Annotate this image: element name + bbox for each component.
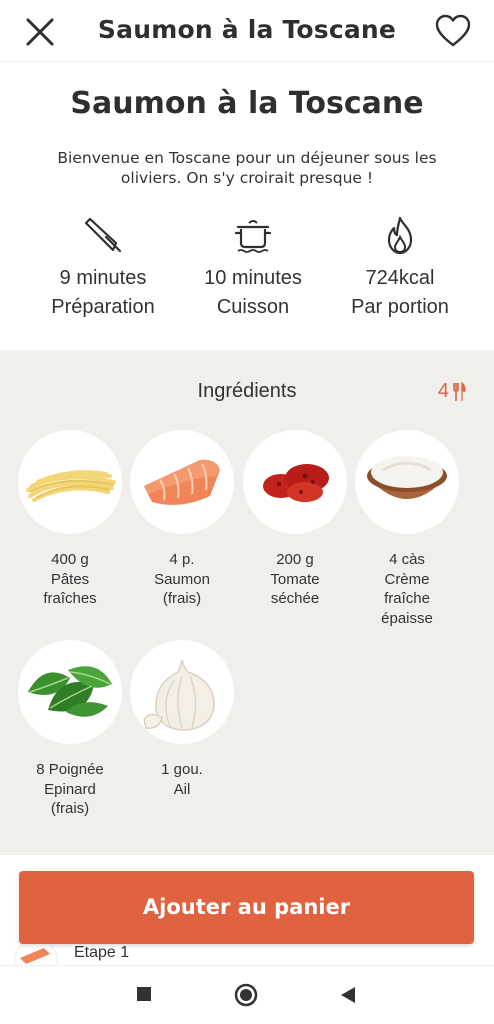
add-to-cart-button[interactable]: Ajouter au panier xyxy=(19,871,474,944)
back-triangle-icon[interactable] xyxy=(340,986,356,1004)
home-circle-icon[interactable] xyxy=(234,983,258,1007)
ingredient-qty: 8 Poignée xyxy=(36,761,104,778)
ingredient-image-pasta xyxy=(18,430,122,534)
stat-cooking: 10 minutes Cuisson xyxy=(173,215,333,319)
favorite-heart-icon[interactable] xyxy=(433,12,473,50)
ingredient-name: Crème fraîche épaisse xyxy=(381,570,433,627)
ingredient-name: Pâtes fraîches xyxy=(43,570,97,608)
ingredient-name: Saumon (frais) xyxy=(154,570,210,608)
flame-icon xyxy=(387,216,413,255)
stat-kcal-value: 724kcal xyxy=(365,267,435,289)
ingredient-name: Tomate séchée xyxy=(270,570,320,608)
recipe-stats: 9 minutes Préparation 10 minutes Cuisson… xyxy=(0,215,494,335)
ingredient-qty: 4 càs xyxy=(389,551,425,568)
top-app-bar: Saumon à la Toscane xyxy=(0,0,494,62)
ingredients-title: Ingrédients xyxy=(197,380,297,402)
ingredient-item[interactable]: 1 gou. Ail xyxy=(126,640,238,799)
cutlery-icon xyxy=(453,381,466,401)
ingredient-qty: 4 p. xyxy=(169,551,195,568)
ingredients-section: Ingrédients 4 400 g Pâtes fraîches 4 p. … xyxy=(0,350,494,855)
recipe-description: Bienvenue en Toscane pour un déjeuner so… xyxy=(57,149,437,187)
recents-square-icon[interactable] xyxy=(137,987,151,1001)
ingredient-item[interactable]: 4 p. Saumon (frais) xyxy=(126,430,238,609)
recipe-title: Saumon à la Toscane xyxy=(70,86,424,121)
ingredient-image-garlic xyxy=(130,640,234,744)
stat-prep-label: Préparation xyxy=(51,296,155,318)
close-icon[interactable] xyxy=(22,14,58,50)
ingredient-item[interactable]: 8 Poignée Epinard (frais) xyxy=(14,640,126,819)
ingredient-item[interactable]: 200 g Tomate séchée xyxy=(239,430,351,609)
ingredient-item[interactable]: 400 g Pâtes fraîches xyxy=(14,430,126,609)
stat-cook-value: 10 minutes xyxy=(204,267,302,289)
ingredient-image-spinach xyxy=(18,640,122,744)
stat-calories: 724kcal Par portion xyxy=(320,215,480,319)
servings-count: 4 xyxy=(437,380,449,402)
stat-preparation: 9 minutes Préparation xyxy=(23,215,183,319)
ingredient-item[interactable]: 4 càs Crème fraîche épaisse xyxy=(351,430,463,628)
cooking-pot-icon xyxy=(234,220,272,253)
ingredient-qty: 400 g xyxy=(51,551,89,568)
knife-icon xyxy=(84,217,122,253)
ingredient-qty: 200 g xyxy=(276,551,314,568)
ingredient-image-dried-tomato xyxy=(243,430,347,534)
stat-kcal-label: Par portion xyxy=(351,296,449,318)
stat-prep-value: 9 minutes xyxy=(59,267,147,289)
ingredient-name: Epinard (frais) xyxy=(44,780,96,818)
header-title: Saumon à la Toscane xyxy=(97,15,397,44)
step-label: Etape 1 xyxy=(74,944,130,961)
ingredient-qty: 1 gou. xyxy=(161,761,203,778)
step-preview[interactable]: Etape 1 xyxy=(14,938,314,964)
ingredient-image-salmon xyxy=(130,430,234,534)
system-navigation-bar xyxy=(0,965,494,1024)
ingredient-name: Ail xyxy=(173,780,191,798)
stat-cook-label: Cuisson xyxy=(216,296,290,318)
ingredient-image-cream xyxy=(355,430,459,534)
servings-selector[interactable]: 4 xyxy=(438,380,466,403)
